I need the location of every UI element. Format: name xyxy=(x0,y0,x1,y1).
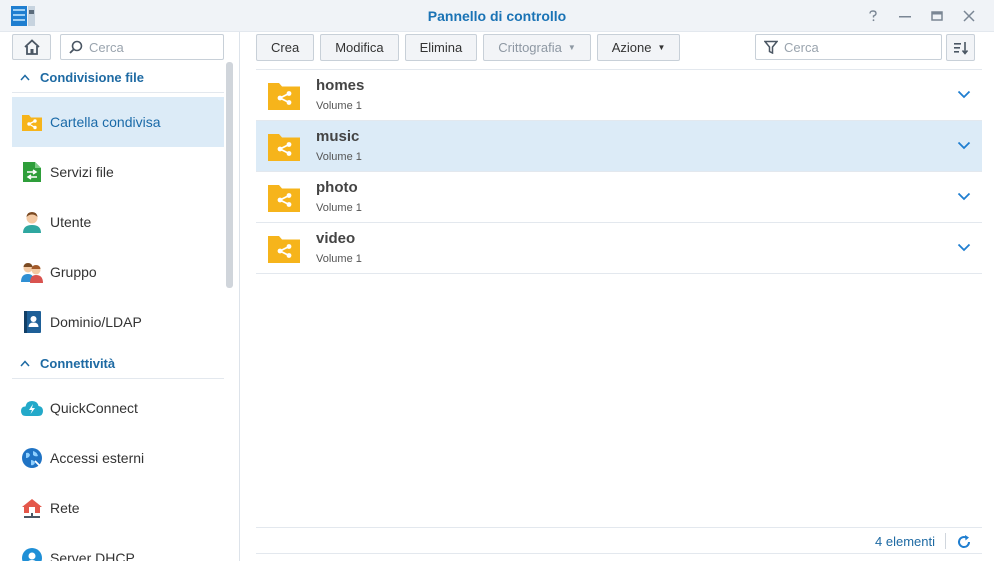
folder-volume: Volume 1 xyxy=(316,151,362,163)
sidebar-item-file-services[interactable]: Servizi file xyxy=(12,147,224,197)
filter-search[interactable] xyxy=(755,34,942,60)
folder-volume: Volume 1 xyxy=(316,202,362,214)
sort-icon xyxy=(953,41,968,55)
title-bar: Pannello di controllo xyxy=(0,0,994,32)
encryption-dropdown[interactable]: Crittografia ▼ xyxy=(483,34,591,61)
home-icon xyxy=(23,39,40,55)
shared-folder-icon xyxy=(268,236,300,263)
folder-name: homes xyxy=(316,77,365,94)
dhcp-server-icon xyxy=(20,546,44,561)
sidebar-item-label: Rete xyxy=(50,500,80,516)
chevron-up-icon xyxy=(20,360,30,367)
quickconnect-icon xyxy=(20,396,44,420)
section-label: Connettività xyxy=(40,356,116,371)
sidebar-item-network[interactable]: Rete xyxy=(12,483,224,533)
sidebar-item-user[interactable]: Utente xyxy=(12,197,224,247)
chevron-down-icon[interactable] xyxy=(956,188,972,204)
chevron-down-icon[interactable] xyxy=(956,86,972,102)
sidebar-item-label: Gruppo xyxy=(50,264,97,280)
window-title: Pannello di controllo xyxy=(427,8,567,24)
section-connectivity[interactable]: Connettività xyxy=(12,349,224,379)
folder-volume: Volume 1 xyxy=(316,100,362,112)
file-services-icon xyxy=(20,160,44,184)
footer-divider xyxy=(945,533,946,549)
folder-row[interactable]: video Volume 1 xyxy=(256,223,982,274)
maximize-icon[interactable] xyxy=(926,6,948,26)
minimize-icon[interactable] xyxy=(894,6,916,26)
shared-folder-list: homes Volume 1 music Volume 1 photo Volu… xyxy=(256,69,982,274)
sidebar-item-label: Utente xyxy=(50,214,92,230)
chevron-down-icon[interactable] xyxy=(956,239,972,255)
shared-folder-icon xyxy=(268,134,300,161)
filter-search-input[interactable] xyxy=(784,39,924,55)
folder-row[interactable]: homes Volume 1 xyxy=(256,70,982,121)
folder-row[interactable]: photo Volume 1 xyxy=(256,172,982,223)
sidebar: Condivisione file Cartella condivisa Ser… xyxy=(0,32,240,561)
folder-row[interactable]: music Volume 1 xyxy=(256,121,982,172)
sidebar-search[interactable] xyxy=(60,34,224,60)
edit-button[interactable]: Modifica xyxy=(320,34,399,61)
search-icon xyxy=(69,40,83,54)
toolbar: Crea Modifica Elimina Crittografia ▼ Azio… xyxy=(256,34,681,61)
sidebar-scrollbar[interactable] xyxy=(226,62,233,288)
sidebar-item-external-access[interactable]: Accessi esterni xyxy=(12,433,224,483)
sidebar-item-label: Cartella condivisa xyxy=(50,114,161,130)
sidebar-item-label: Servizi file xyxy=(50,164,114,180)
shared-folder-icon xyxy=(20,110,44,134)
sidebar-item-label: QuickConnect xyxy=(50,400,138,416)
action-dropdown[interactable]: Azione ▼ xyxy=(596,34,681,61)
list-footer: 4 elementi xyxy=(256,527,982,554)
sidebar-item-dhcp-server[interactable]: Server DHCP xyxy=(12,533,224,561)
sidebar-item-group[interactable]: Gruppo xyxy=(12,247,224,297)
external-access-icon xyxy=(20,446,44,470)
folder-volume: Volume 1 xyxy=(316,253,362,265)
create-button[interactable]: Crea xyxy=(256,34,315,61)
sidebar-item-shared-folder[interactable]: Cartella condivisa xyxy=(12,97,224,147)
folder-name: music xyxy=(316,128,360,145)
folder-name: photo xyxy=(316,179,358,196)
sidebar-search-input[interactable] xyxy=(89,39,209,55)
help-icon[interactable] xyxy=(862,6,884,26)
group-icon xyxy=(20,260,44,284)
shared-folder-icon xyxy=(268,185,300,212)
sidebar-item-label: Server DHCP xyxy=(50,550,135,561)
close-icon[interactable] xyxy=(958,6,980,26)
encryption-label: Crittografia xyxy=(498,40,562,55)
shared-folder-icon xyxy=(268,83,300,110)
caret-down-icon: ▼ xyxy=(657,43,666,52)
section-file-sharing[interactable]: Condivisione file xyxy=(12,63,224,93)
sidebar-item-quickconnect[interactable]: QuickConnect xyxy=(12,383,224,433)
sidebar-item-domain-ldap[interactable]: Dominio/LDAP xyxy=(12,297,224,347)
caret-down-icon: ▼ xyxy=(567,43,576,52)
section-label: Condivisione file xyxy=(40,70,145,85)
refresh-icon[interactable] xyxy=(956,534,972,550)
delete-button[interactable]: Elimina xyxy=(404,34,478,61)
sort-button[interactable] xyxy=(946,34,975,61)
filter-icon xyxy=(764,40,778,54)
folder-name: video xyxy=(316,230,356,247)
user-icon xyxy=(20,210,44,234)
sidebar-item-label: Dominio/LDAP xyxy=(50,314,142,330)
network-icon xyxy=(20,496,44,520)
chevron-up-icon xyxy=(20,74,30,81)
domain-ldap-icon xyxy=(20,310,44,334)
sidebar-item-label: Accessi esterni xyxy=(50,450,145,466)
action-label: Azione xyxy=(611,40,652,55)
chevron-down-icon[interactable] xyxy=(956,137,972,153)
item-count: 4 elementi xyxy=(875,534,935,549)
home-button[interactable] xyxy=(12,34,51,60)
